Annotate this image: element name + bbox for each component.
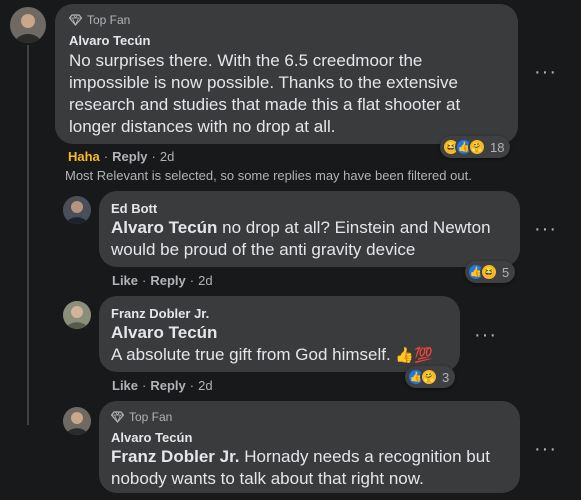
reply-button[interactable]: Reply: [112, 149, 147, 164]
reply-bubble: Franz Dobler Jr. Alvaro Tecún A absolute…: [99, 296, 460, 372]
comment-text-line: longer distances with no drop at all.: [69, 117, 336, 136]
reply-text-segment: Hornady needs a recognition but: [239, 447, 490, 466]
comment-text-line: impossible is now possible. Thanks to th…: [69, 73, 458, 92]
top-fan-badge: Top Fan: [111, 410, 172, 424]
badge-label: Top Fan: [87, 13, 131, 27]
reaction-summary[interactable]: 😆 👍 🤗 18: [440, 136, 511, 158]
mention-link[interactable]: Alvaro Tecún: [111, 218, 217, 237]
avatar-image: [63, 407, 91, 435]
separator: ·: [142, 273, 147, 288]
reaction-count: 5: [502, 264, 510, 280]
avatar-image: [63, 301, 91, 329]
emoji: 👍💯: [395, 347, 433, 364]
reply-text-line: would be proud of the anti gravity devic…: [111, 240, 416, 259]
reply-actions: Like · Reply · 2d: [112, 273, 213, 288]
avatar-alvaro[interactable]: [10, 7, 46, 43]
comment-actions: Haha · Reply · 2d: [68, 149, 174, 164]
reaction-count: 18: [490, 139, 505, 155]
reply-text-line: nobody wants to talk about that right no…: [111, 469, 424, 488]
reply-author[interactable]: Ed Bott: [111, 201, 157, 216]
reply-bubble: Top Fan Alvaro Tecún Franz Dobler Jr. Ho…: [99, 401, 520, 493]
more-options-icon[interactable]: ···: [534, 219, 557, 239]
mention-link[interactable]: Alvaro Tecún: [111, 322, 456, 344]
timestamp[interactable]: 2d: [160, 149, 174, 164]
separator: ·: [189, 273, 195, 288]
like-button[interactable]: Like: [112, 378, 138, 393]
avatar-franz-dobler[interactable]: [63, 301, 91, 329]
avatar-alvaro[interactable]: [63, 407, 91, 435]
reply-author[interactable]: Alvaro Tecún: [111, 430, 192, 445]
reply-text: Alvaro Tecún no drop at all? Einstein an…: [111, 217, 511, 261]
more-options-icon[interactable]: ···: [534, 62, 557, 82]
mention-link[interactable]: Franz Dobler Jr.: [111, 447, 239, 466]
reaction-summary[interactable]: 👍 😆 5: [465, 261, 516, 283]
reply-author[interactable]: Franz Dobler Jr.: [111, 306, 209, 321]
timestamp[interactable]: 2d: [198, 378, 212, 393]
like-button[interactable]: Like: [112, 273, 138, 288]
comment-text-line: No surprises there. With the 6.5 creedmo…: [69, 51, 423, 70]
reply-bubble: Ed Bott Alvaro Tecún no drop at all? Ein…: [99, 191, 520, 267]
avatar-image: [10, 7, 46, 43]
more-options-icon[interactable]: ···: [534, 439, 557, 459]
diamond-icon: [69, 14, 82, 26]
reply-button[interactable]: Reply: [150, 378, 185, 393]
haha-reaction-icon: 😆: [480, 263, 498, 281]
reaction-count: 3: [442, 369, 450, 385]
separator: ·: [103, 149, 109, 164]
separator: ·: [151, 149, 156, 164]
reply-text: Franz Dobler Jr. Hornady needs a recogni…: [111, 446, 511, 490]
filter-notice: Most Relevant is selected, so some repli…: [65, 168, 472, 183]
reply-text-segment: A absolute true gift from God himself.: [111, 345, 396, 364]
comment-author[interactable]: Alvaro Tecún: [69, 33, 150, 48]
timestamp[interactable]: 2d: [198, 273, 212, 288]
avatar-image: [63, 196, 91, 224]
comment-text: No surprises there. With the 6.5 creedmo…: [69, 50, 514, 138]
thread-line: [27, 45, 29, 425]
separator: ·: [142, 378, 147, 393]
reply-text-segment: no drop at all? Einstein and Newton: [217, 218, 491, 237]
reaction-summary[interactable]: 👍 🤗 3: [405, 366, 456, 388]
haha-reaction-button[interactable]: Haha: [68, 149, 100, 164]
care-reaction-icon: 🤗: [420, 368, 438, 386]
reply-actions: Like · Reply · 2d: [112, 378, 213, 393]
badge-label: Top Fan: [129, 410, 173, 424]
diamond-icon: [111, 411, 124, 423]
top-fan-badge: Top Fan: [69, 13, 130, 27]
care-reaction-icon: 🤗: [468, 138, 486, 156]
comment-text-line: research and studies that made this a fl…: [69, 95, 461, 114]
comment-bubble: Top Fan Alvaro Tecún No surprises there.…: [55, 4, 518, 144]
avatar-ed-bott[interactable]: [63, 196, 91, 224]
separator: ·: [189, 378, 195, 393]
reply-text: Alvaro Tecún A absolute true gift from G…: [111, 322, 456, 367]
more-options-icon[interactable]: ···: [474, 325, 497, 345]
reply-button[interactable]: Reply: [150, 273, 185, 288]
